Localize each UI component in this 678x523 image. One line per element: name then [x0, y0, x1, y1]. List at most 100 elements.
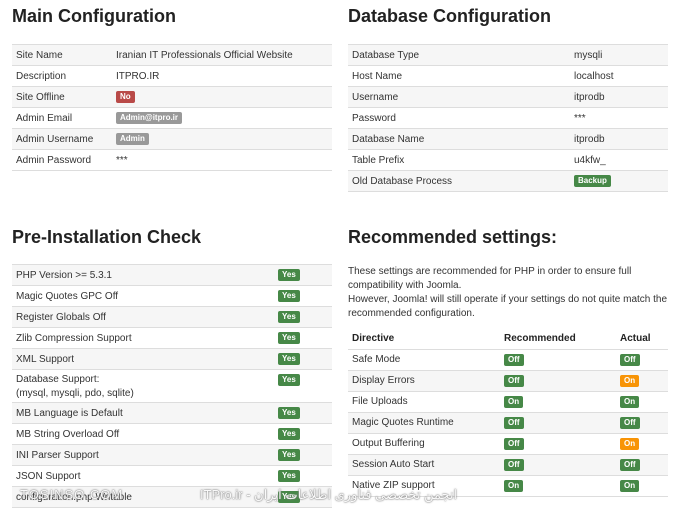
check-label: MB String Overload Off	[12, 423, 274, 445]
recommended-badge: Off	[504, 416, 524, 429]
recommended-header: Recommended	[500, 329, 616, 350]
check-label: MB Language is Default	[12, 402, 274, 424]
table-row: Old Database Process Backup	[348, 170, 668, 192]
table-row: Display Errors Off On	[348, 369, 668, 391]
recommended-badge: Off	[504, 458, 524, 471]
row-label: Database Type	[348, 44, 570, 66]
table-row: Magic Quotes GPC Off Yes	[12, 285, 332, 307]
actual-badge: Off	[620, 416, 640, 429]
table-row: Description ITPRO.IR	[12, 65, 332, 87]
table-row: Admin Email Admin@itpro.ir	[12, 107, 332, 129]
row-label: Table Prefix	[348, 149, 570, 171]
check-label: XML Support	[12, 348, 274, 370]
actual-badge: On	[620, 374, 640, 387]
db-type-value: mysqli	[570, 44, 668, 66]
recommended-badge: Off	[504, 353, 524, 366]
directive-header: Directive	[348, 329, 500, 350]
directive-label: Session Auto Start	[348, 453, 500, 475]
table-row: Admin Username Admin	[12, 128, 332, 150]
row-label: Site Name	[12, 44, 112, 66]
main-config-table: Site Name Iranian IT Professionals Offic…	[12, 44, 332, 171]
check-label: INI Parser Support	[12, 444, 274, 466]
table-row: Magic Quotes Runtime Off Off	[348, 411, 668, 433]
check-status-badge: Yes	[278, 269, 300, 281]
check-status-badge: Yes	[278, 332, 300, 344]
admin-password-value: ***	[112, 149, 332, 171]
row-label: Host Name	[348, 65, 570, 87]
check-status-badge: Yes	[278, 470, 300, 482]
directive-label: Magic Quotes Runtime	[348, 411, 500, 433]
old-db-process-badge: Backup	[574, 175, 611, 187]
main-config-section: Main Configuration Site Name Iranian IT …	[12, 6, 332, 171]
site-name-value: Iranian IT Professionals Official Websit…	[112, 44, 332, 66]
row-label: Password	[348, 107, 570, 129]
pre-install-table: PHP Version >= 5.3.1 Yes Magic Quotes GP…	[12, 264, 332, 508]
check-label: Database Support: (mysql, mysqli, pdo, s…	[12, 369, 274, 403]
actual-badge: On	[620, 395, 640, 408]
admin-username-badge: Admin	[116, 133, 149, 145]
table-row: Output Buffering Off On	[348, 432, 668, 454]
row-label: Admin Password	[12, 149, 112, 171]
description-value: ITPRO.IR	[112, 65, 332, 87]
actual-header: Actual	[616, 329, 668, 350]
db-config-title: Database Configuration	[348, 6, 552, 26]
main-config-title: Main Configuration	[12, 6, 176, 26]
row-label: Admin Email	[12, 107, 112, 129]
table-row: Database Support: (mysql, mysqli, pdo, s…	[12, 369, 332, 403]
admin-email-badge: Admin@itpro.ir	[116, 112, 183, 124]
row-label: Admin Username	[12, 128, 112, 150]
table-row: Database Type mysqli	[348, 44, 668, 66]
check-status-badge: Yes	[278, 449, 300, 461]
table-row: Site Offline No	[12, 86, 332, 108]
table-row: Password ***	[348, 107, 668, 129]
check-status-badge: Yes	[278, 374, 300, 386]
table-row: PHP Version >= 5.3.1 Yes	[12, 264, 332, 286]
table-row: Host Name localhost	[348, 65, 668, 87]
actual-badge: Off	[620, 458, 640, 471]
directive-label: File Uploads	[348, 390, 500, 412]
row-label: Database Name	[348, 128, 570, 150]
recommended-badge: On	[504, 395, 524, 408]
db-config-section: Database Configuration Database Type mys…	[348, 6, 668, 192]
recommended-table: Directive Recommended Actual Safe Mode O…	[348, 329, 668, 497]
check-label: Register Globals Off	[12, 306, 274, 328]
actual-badge: On	[620, 437, 640, 450]
check-label-line2: (mysql, mysqli, pdo, sqlite)	[16, 387, 134, 399]
watermark-right-text: انجمن تخصصی فناوری اطلاعات ایران - ITPro…	[200, 487, 458, 502]
check-status-badge: Yes	[278, 407, 300, 419]
recommended-title: Recommended settings:	[348, 227, 558, 247]
actual-badge: Off	[620, 353, 640, 366]
db-password-value: ***	[570, 107, 668, 129]
db-config-table: Database Type mysqli Host Name localhost…	[348, 44, 668, 192]
table-row: Table Prefix u4kfw_	[348, 149, 668, 171]
check-label: JSON Support	[12, 465, 274, 487]
host-name-value: localhost	[570, 65, 668, 87]
pre-install-title: Pre-Installation Check	[12, 227, 202, 247]
check-status-badge: Yes	[278, 311, 300, 323]
check-status-badge: Yes	[278, 290, 300, 302]
table-row: MB Language is Default Yes	[12, 402, 332, 424]
table-row: XML Support Yes	[12, 348, 332, 370]
table-row: Session Auto Start Off Off	[348, 453, 668, 475]
directive-label: Display Errors	[348, 369, 500, 391]
table-row: Site Name Iranian IT Professionals Offic…	[12, 44, 332, 66]
recommended-badge: Off	[504, 437, 524, 450]
table-row: Safe Mode Off Off	[348, 348, 668, 370]
recommended-badge: Off	[504, 374, 524, 387]
table-row: MB String Overload Off Yes	[12, 423, 332, 445]
watermark: TOSINSO.COM انجمن تخصصی فناوری اطلاعات ا…	[20, 487, 660, 505]
row-label: Username	[348, 86, 570, 108]
db-username-value: itprodb	[570, 86, 668, 108]
check-label: Magic Quotes GPC Off	[12, 285, 274, 307]
check-status-badge: Yes	[278, 428, 300, 440]
table-row: Register Globals Off Yes	[12, 306, 332, 328]
table-row: Admin Password ***	[12, 149, 332, 171]
recommended-intro-2: However, Joomla! will still operate if y…	[348, 294, 668, 319]
check-label: PHP Version >= 5.3.1	[12, 264, 274, 286]
table-row: Zlib Compression Support Yes	[12, 327, 332, 349]
table-row: Username itprodb	[348, 86, 668, 108]
row-label: Description	[12, 65, 112, 87]
db-name-value: itprodb	[570, 128, 668, 150]
directive-label: Safe Mode	[348, 348, 500, 370]
check-label-line1: Database Support:	[16, 373, 100, 385]
